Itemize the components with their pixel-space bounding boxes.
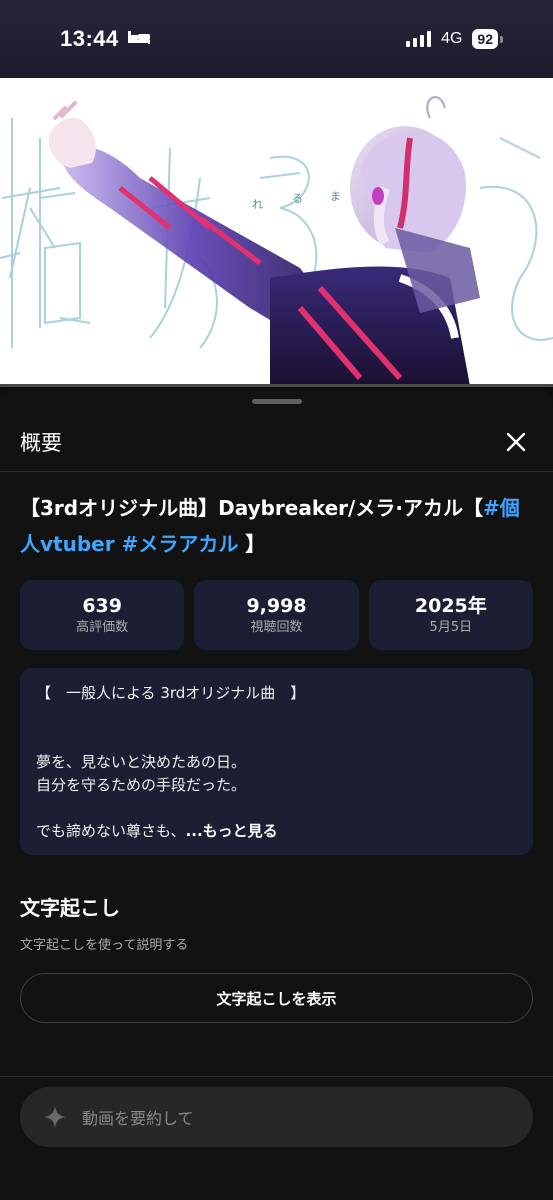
stat-label: 視聴回数 <box>250 620 303 635</box>
stat-date: 2025年 5月5日 <box>368 580 533 650</box>
svg-text:る: る <box>292 192 303 205</box>
stat-views: 9,998 視聴回数 <box>194 580 359 650</box>
description-sheet: 概要 【3rdオリジナル曲】Daybreaker/メラ·アカル【#個人vtube… <box>0 390 553 1200</box>
stat-label: 高評価数 <box>76 620 129 635</box>
video-player[interactable]: れ る ま <box>0 78 553 386</box>
sparkle-icon <box>44 1106 66 1128</box>
divider <box>0 1076 553 1077</box>
show-transcript-button[interactable]: 文字起こしを表示 <box>20 973 533 1023</box>
stat-value: 2025年 <box>414 595 487 617</box>
video-progress-bar[interactable] <box>0 384 553 387</box>
summarize-placeholder: 動画を要約して <box>82 1109 194 1128</box>
signal-icon <box>406 31 432 47</box>
description-line: 夢を、見ないと決めたあの日。 <box>36 753 247 771</box>
description-box[interactable]: 【 一般人による 3rdオリジナル曲 】 夢を、見ないと決めたあの日。 自分を守… <box>20 668 533 855</box>
transcript-title: 文字起こし <box>20 896 120 920</box>
sheet-header: 概要 <box>0 412 553 472</box>
stat-label: 5月5日 <box>429 620 473 635</box>
video-title-suffix: 】 <box>245 532 266 556</box>
battery-level: 92 <box>472 29 498 49</box>
svg-text:ま: ま <box>330 190 341 203</box>
battery-icon: 92 <box>472 29 503 49</box>
status-right: 4G 92 <box>406 29 503 49</box>
clock: 13:44 <box>60 26 119 51</box>
stat-value: 9,998 <box>246 595 307 617</box>
show-more-link[interactable]: ...もっと見る <box>186 822 278 840</box>
stats-row: 639 高評価数 9,998 視聴回数 2025年 5月5日 <box>20 580 533 650</box>
video-title-text: 【3rdオリジナル曲】Daybreaker/メラ·アカル【 <box>20 496 483 520</box>
description-text: でも諦めない尊さも、 <box>36 822 186 840</box>
summarize-input[interactable]: 動画を要約して <box>20 1087 533 1147</box>
description-line: 自分を守るための手段だった。 <box>36 776 247 794</box>
video-thumbnail-artwork: れ る ま <box>0 78 553 386</box>
description-line-last: でも諦めない尊さも、...もっと見る <box>36 820 517 843</box>
drag-handle[interactable] <box>252 399 302 404</box>
status-left: 13:44 <box>60 26 151 52</box>
svg-text:れ: れ <box>252 198 263 211</box>
network-type: 4G <box>441 30 463 47</box>
close-button[interactable] <box>499 425 533 459</box>
hashtag-link[interactable]: #メラアカル <box>122 532 239 556</box>
stat-value: 639 <box>82 595 122 617</box>
stat-likes: 639 高評価数 <box>20 580 185 650</box>
description-line: 【 一般人による 3rdオリジナル曲 】 <box>36 684 306 702</box>
sleep-mode-icon <box>127 29 151 49</box>
video-title: 【3rdオリジナル曲】Daybreaker/メラ·アカル【#個人vtuber #… <box>20 490 535 562</box>
sheet-title: 概要 <box>20 430 62 455</box>
close-icon <box>506 432 526 451</box>
transcript-subtitle: 文字起こしを使って説明する <box>20 938 189 953</box>
status-bar: 13:44 4G 92 <box>0 0 553 78</box>
